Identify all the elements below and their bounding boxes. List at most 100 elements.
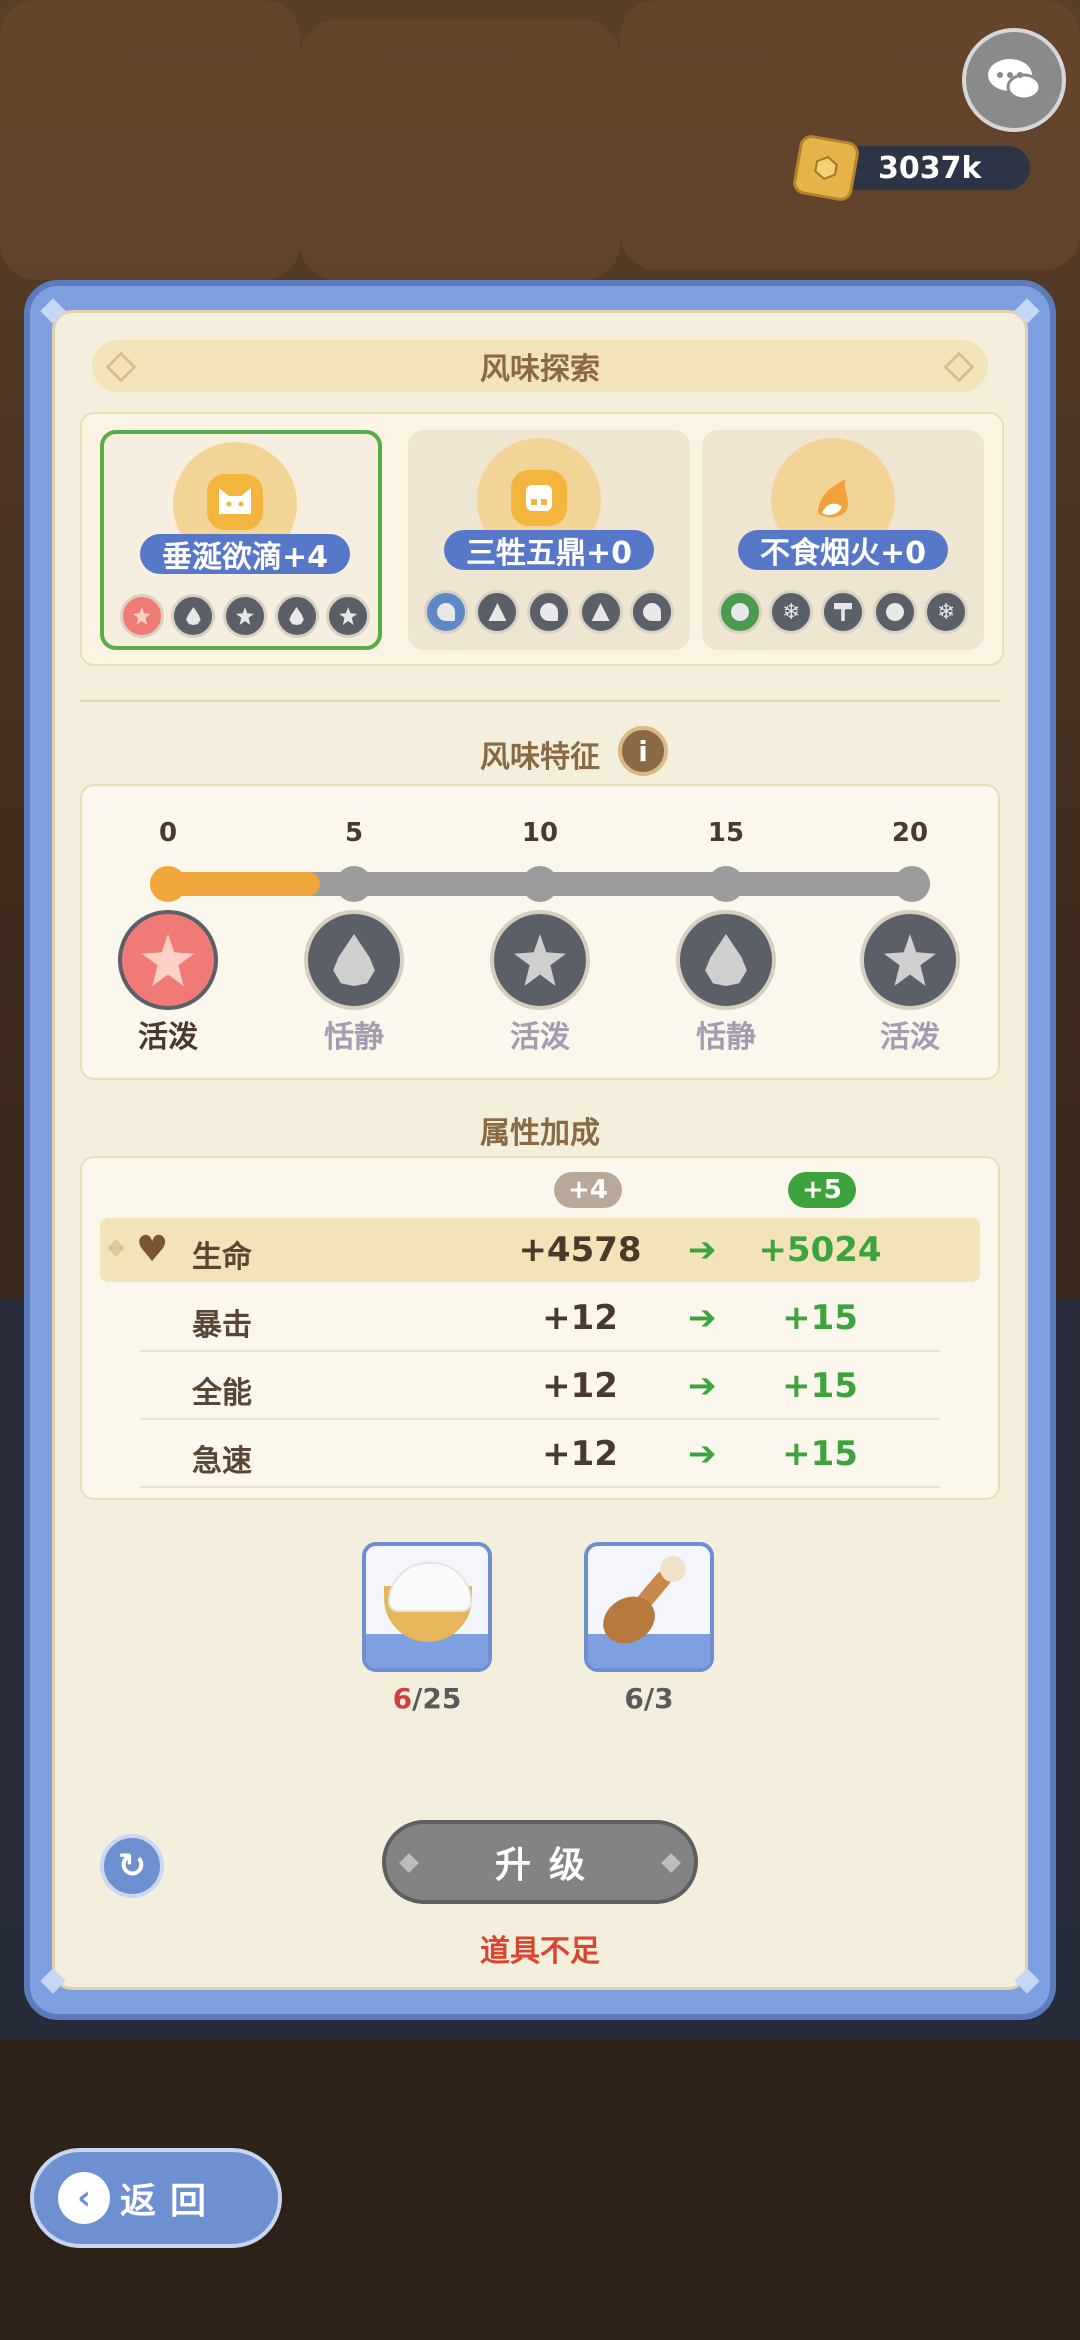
diamond-ornament [107,1239,125,1257]
flavor-trait-icons [420,590,678,634]
flavor-trait-icons: ❄ ❄ [714,590,972,634]
arrow-right-icon: ➔ [688,1434,717,1474]
ball-icon [872,590,917,634]
currency-display: 3037k [791,133,1030,203]
progress-tick: 5 [344,818,364,848]
material-count-spoon: 6/3 [624,1682,674,1715]
trait-label: 活泼 [138,1020,198,1055]
next-level-badge: +5 [788,1172,856,1208]
flavor-card-1[interactable]: 垂涎欲滴+4 [100,430,382,650]
chat-bubble-icon [988,59,1042,101]
attribute-row-haste: 急速 +12 ➔ +15 [100,1422,980,1488]
slot-wave [588,1634,710,1668]
hammer-icon [820,590,865,634]
star-icon[interactable] [860,910,960,1010]
current-level-badge: +4 [554,1172,622,1208]
progress-node [894,866,930,902]
progress-tick: 15 [707,818,745,848]
flavor-trait-icons [116,594,374,638]
row-divider [140,1350,940,1352]
attribute-current: +12 [542,1434,618,1474]
attribute-row-crit: 暴击 +12 ➔ +15 [100,1286,980,1352]
attribute-current: +12 [542,1366,618,1406]
panel-title-bar: 风味探索 [92,340,988,392]
trait-label: 活泼 [880,1020,940,1055]
material-slot-spoon[interactable] [584,1542,714,1672]
attribute-name: 全能 [192,1376,252,1411]
attribute-row-hp: ♥ 生命 +4578 ➔ +5024 [100,1218,980,1282]
attribute-row-versatility: 全能 +12 ➔ +15 [100,1354,980,1420]
attribute-name: 生命 [192,1240,252,1275]
row-divider [140,1418,940,1420]
snowflake-icon: ❄ [924,590,969,634]
attribute-next: +5024 [758,1230,882,1270]
attribute-next: +15 [782,1434,858,1474]
arrow-right-icon: ➔ [688,1298,717,1338]
back-label: 返回 [120,2181,221,2222]
progress-tick: 0 [158,818,178,848]
flavor-name: 三牲五鼎+0 [444,530,654,571]
trait-label: 恬静 [324,1020,384,1055]
panel-title: 风味探索 [480,352,600,387]
ball-icon [717,590,762,634]
attribute-next: +15 [782,1298,858,1338]
trait-progress-fill [168,872,321,896]
progress-node [708,866,744,902]
refresh-icon: ↻ [117,1846,147,1886]
star-icon [222,594,267,638]
background-crate [300,20,620,280]
drop-icon [274,594,319,638]
heart-icon: ♥ [136,1229,169,1270]
attribute-name: 暴击 [192,1308,252,1343]
fox-tail-icon [805,470,861,526]
sparkle-icon [399,1853,419,1873]
snowflake-icon: ❄ [769,590,814,634]
material-slot-rice[interactable] [362,1542,492,1672]
chat-button[interactable] [962,28,1066,132]
material-count-rice: 6/25 [392,1682,462,1715]
coin-icon [791,133,861,203]
flavor-card-2[interactable]: 三牲五鼎+0 [408,430,690,650]
progress-tick: 20 [891,818,929,848]
traits-title: 风味特征 [480,740,600,775]
triangle-icon [578,590,623,634]
drop-icon[interactable] [304,910,404,1010]
row-divider [140,1486,940,1488]
arm-icon [526,590,571,634]
background-crate [0,0,300,280]
pudding-icon [511,470,567,526]
trait-label: 活泼 [510,1020,570,1055]
star-icon [119,594,164,638]
reset-button[interactable]: ↻ [100,1834,164,1898]
upgrade-label: 升级 [494,1845,603,1886]
trait-label: 恬静 [696,1020,756,1055]
progress-node [522,866,558,902]
attribute-current: +12 [542,1298,618,1338]
attributes-title: 属性加成 [480,1116,600,1151]
arm-icon [423,590,468,634]
star-icon[interactable] [490,910,590,1010]
triangle-icon [475,590,520,634]
back-button[interactable]: ‹ 返回 [30,2148,282,2248]
sparkle-icon [661,1853,681,1873]
currency-value: 3037k [878,150,982,186]
progress-node [150,866,186,902]
upgrade-button[interactable]: 升级 [382,1820,698,1904]
attribute-next: +15 [782,1366,858,1406]
arrow-right-icon: ➔ [688,1366,717,1406]
attribute-name: 急速 [192,1444,252,1479]
diamond-ornament [105,351,137,383]
arm-icon [630,590,675,634]
arrow-right-icon: ➔ [688,1230,717,1270]
cat-face-icon [207,474,263,530]
diamond-ornament [943,351,975,383]
progress-node [336,866,372,902]
info-icon[interactable]: i [618,726,668,776]
star-icon[interactable] [118,910,218,1010]
flavor-name: 不食烟火+0 [738,530,948,571]
star-icon [326,594,371,638]
drop-icon[interactable] [676,910,776,1010]
insufficient-items-warning: 道具不足 [480,1934,600,1969]
flavor-card-3[interactable]: 不食烟火+0 ❄ ❄ [702,430,984,650]
progress-tick: 10 [521,818,559,848]
